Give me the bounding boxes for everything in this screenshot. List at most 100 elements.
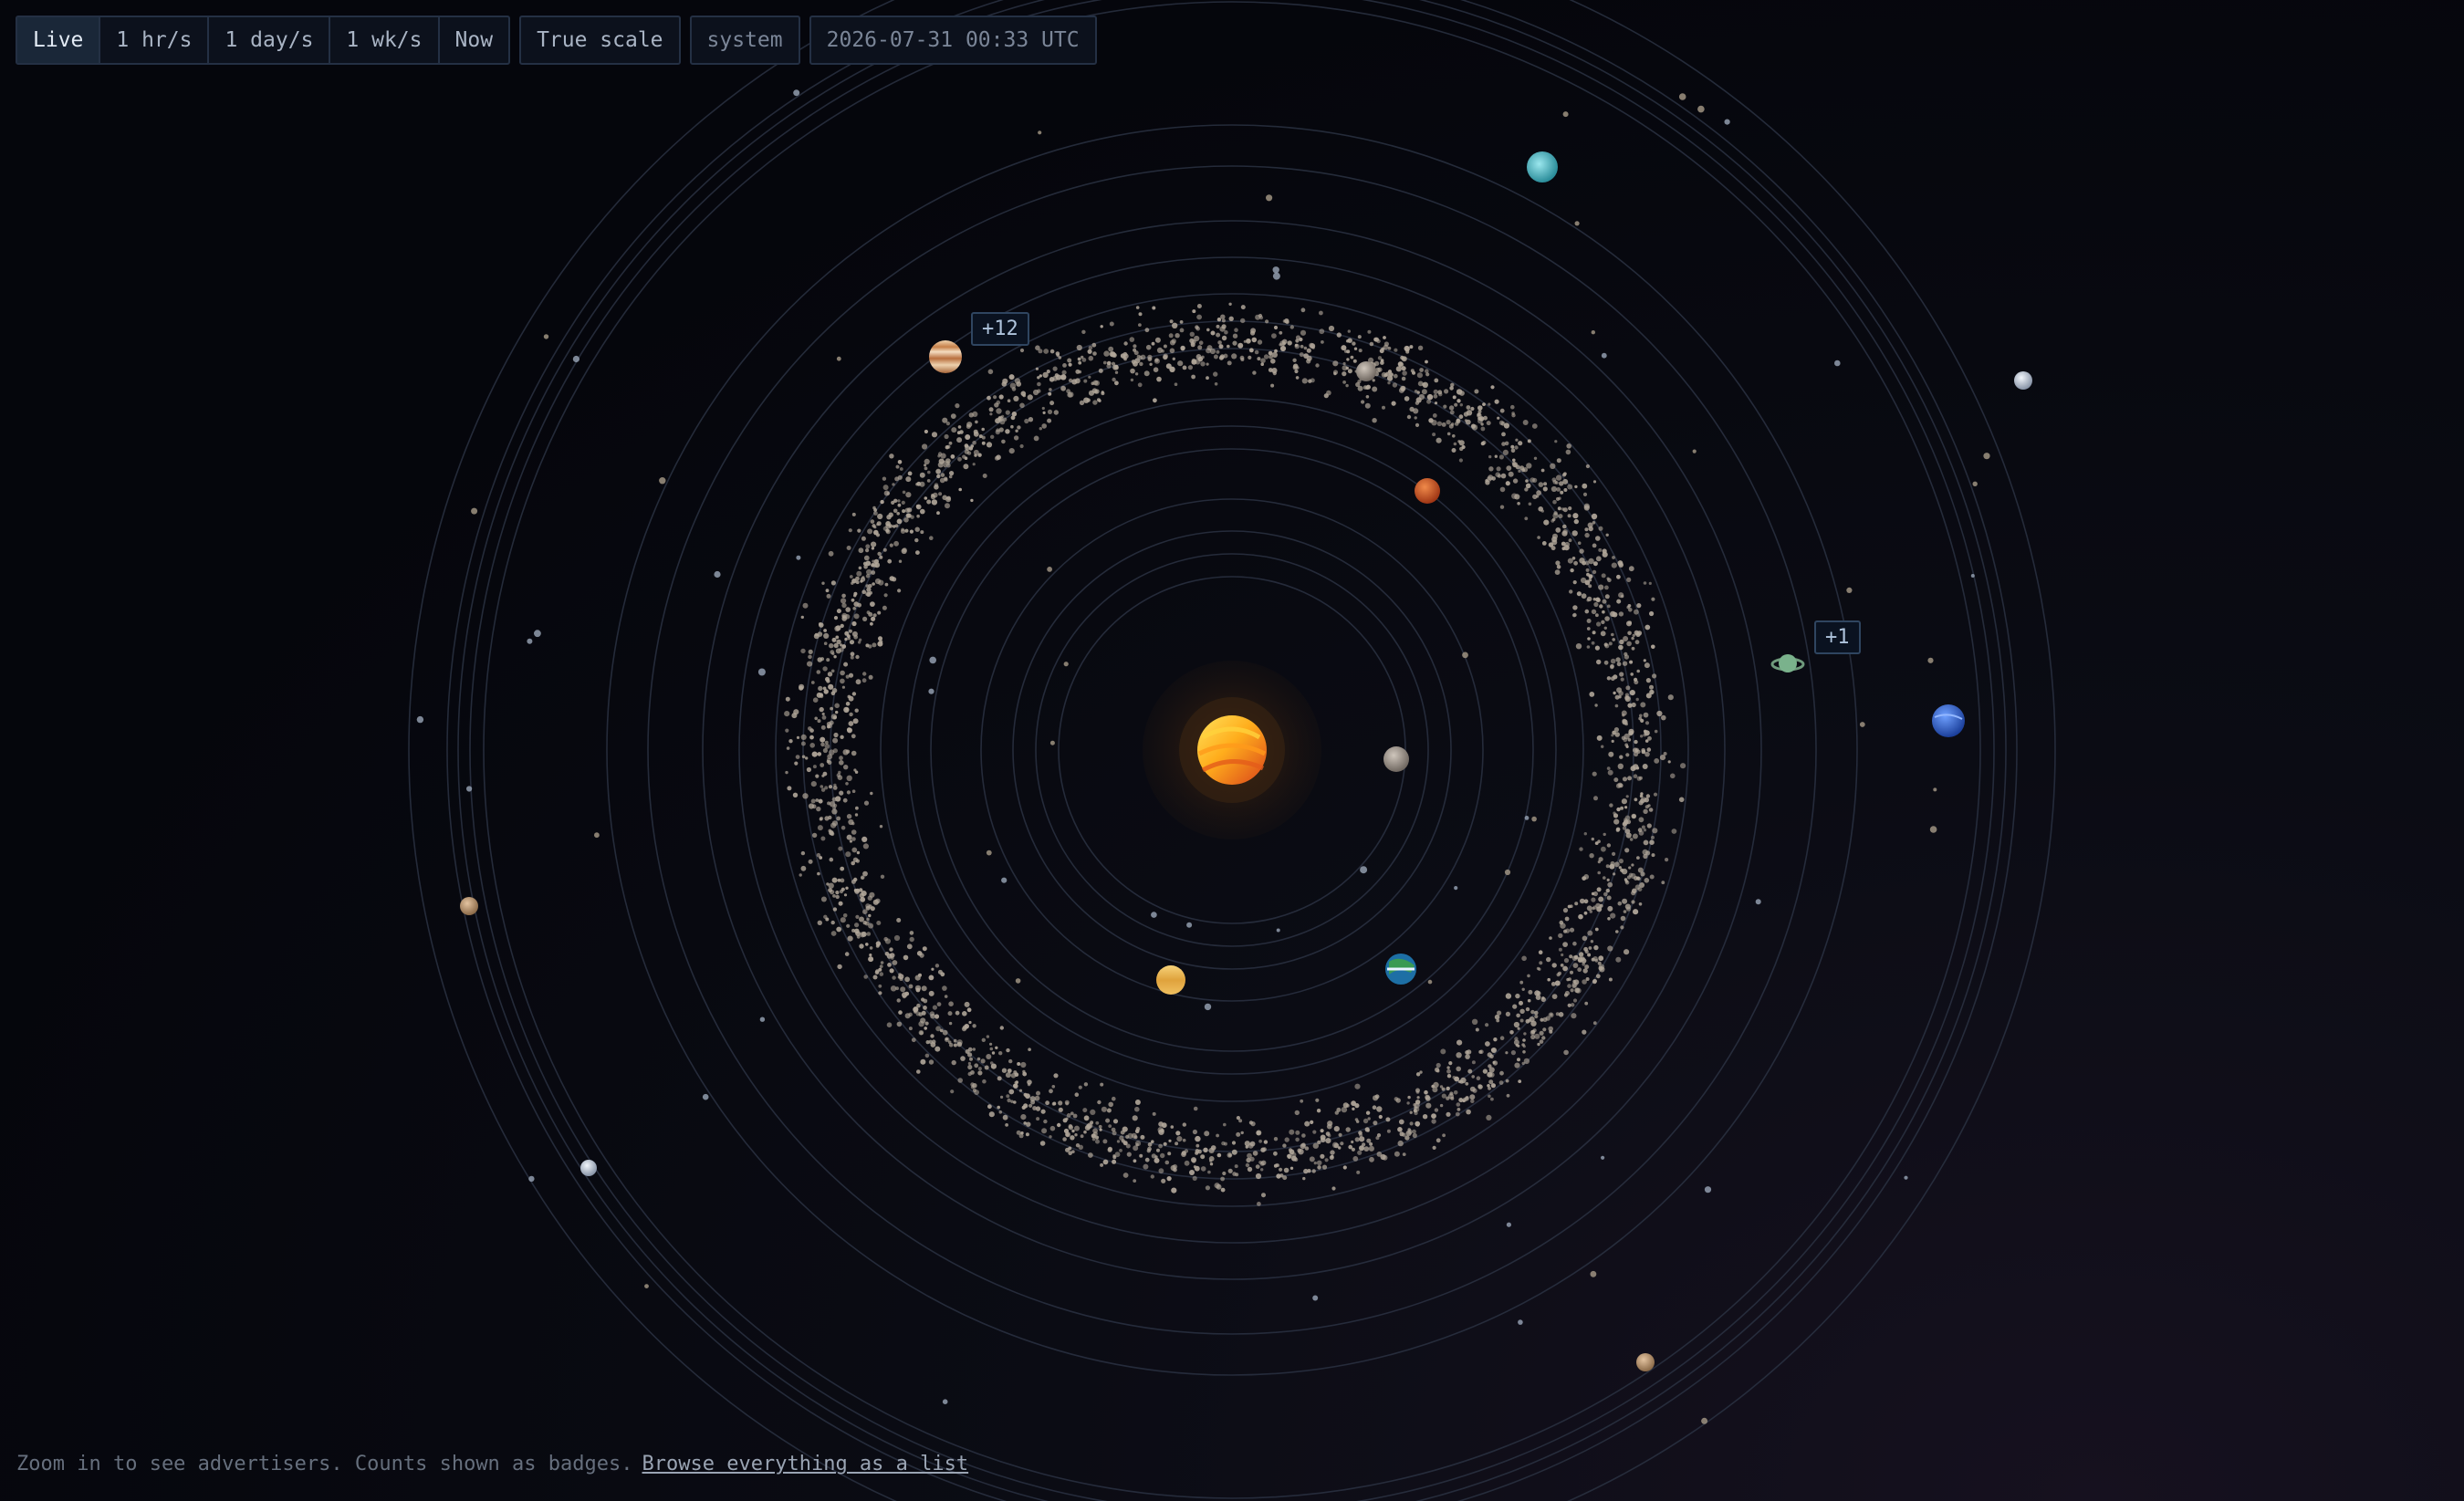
asteroid: [1102, 1159, 1109, 1165]
speed-button-hour[interactable]: 1 hr/s: [100, 17, 210, 63]
dwarf-planet-icon[interactable]: [2014, 371, 2032, 390]
asteroid: [967, 1047, 973, 1052]
asteroid: [1163, 354, 1168, 360]
asteroid: [1180, 346, 1185, 351]
true-scale-button[interactable]: True scale: [521, 17, 678, 63]
jupiter-count-badge[interactable]: +12: [971, 312, 1029, 346]
asteroid: [981, 435, 986, 440]
asteroid: [1638, 902, 1643, 906]
asteroid: [1320, 1129, 1324, 1133]
asteroid: [1643, 829, 1647, 832]
asteroid: [1078, 370, 1082, 374]
asteroid: [1409, 1121, 1414, 1126]
sun-icon[interactable]: [1143, 661, 1321, 839]
asteroid: [1620, 925, 1624, 930]
dwarf-planet-icon[interactable]: [460, 897, 478, 915]
neptune-icon[interactable]: [1932, 704, 1965, 737]
asteroid: [1221, 335, 1227, 341]
asteroid: [989, 1042, 993, 1046]
asteroid: [1556, 487, 1561, 492]
now-button[interactable]: Now: [440, 17, 509, 63]
asteroid: [1194, 335, 1200, 342]
asteroid: [1303, 346, 1308, 350]
asteroid: [811, 832, 818, 839]
asteroid: [845, 886, 849, 890]
asteroid: [862, 843, 870, 850]
earth-icon[interactable]: [1385, 954, 1416, 985]
asteroid: [831, 637, 837, 642]
asteroid: [1607, 769, 1613, 776]
asteroid: [865, 544, 871, 549]
asteroid: [1530, 1034, 1536, 1040]
dwarf-planet-icon[interactable]: [1636, 1353, 1655, 1371]
asteroid: [1629, 660, 1634, 664]
asteroid: [1017, 1062, 1021, 1066]
asteroid: [1631, 863, 1634, 867]
saturn-count-badge[interactable]: +1: [1814, 620, 1861, 654]
asteroid: [1635, 697, 1639, 702]
asteroid: [1488, 402, 1491, 406]
asteroid: [1637, 867, 1644, 873]
debris-dot: [1462, 651, 1468, 659]
asteroid: [1456, 389, 1463, 395]
asteroid: [1191, 1157, 1196, 1163]
asteroid: [1019, 402, 1025, 409]
mars-icon[interactable]: [1415, 478, 1440, 504]
solar-system-view[interactable]: [0, 0, 2464, 1501]
asteroid: [1041, 406, 1045, 411]
asteroid: [1310, 1120, 1314, 1124]
asteroid: [1042, 371, 1049, 379]
jupiter-icon[interactable]: [929, 340, 962, 373]
venus-icon[interactable]: [1156, 965, 1185, 995]
asteroid: [1022, 1069, 1026, 1074]
asteroid: [1533, 456, 1538, 460]
asteroid-icon[interactable]: [1356, 361, 1376, 381]
uranus-icon[interactable]: [1527, 151, 1558, 182]
speed-button-week[interactable]: 1 wk/s: [330, 17, 440, 63]
speed-button-day[interactable]: 1 day/s: [209, 17, 331, 63]
dwarf-planet-icon[interactable]: [580, 1160, 597, 1176]
mercury-icon[interactable]: [1383, 746, 1409, 772]
asteroid: [1351, 1100, 1356, 1107]
asteroid: [1301, 1133, 1306, 1138]
asteroid: [1032, 1106, 1037, 1110]
saturn-icon[interactable]: [1770, 654, 1805, 672]
asteroid: [1294, 369, 1299, 374]
asteroid: [1626, 875, 1632, 880]
asteroid: [945, 445, 950, 450]
asteroid: [1272, 371, 1277, 376]
asteroid: [1303, 1168, 1309, 1174]
asteroid: [868, 913, 872, 918]
asteroid: [944, 433, 949, 440]
asteroid: [1581, 593, 1587, 599]
asteroid: [1414, 1106, 1420, 1112]
debris-dot: [793, 89, 800, 97]
asteroid: [1364, 402, 1371, 409]
asteroid: [1517, 502, 1520, 506]
asteroid: [1083, 379, 1088, 383]
asteroid: [785, 770, 788, 775]
asteroid: [1587, 953, 1592, 957]
asteroid: [900, 528, 906, 534]
asteroid: [826, 658, 830, 662]
asteroid: [1161, 349, 1164, 353]
asteroid: [1541, 541, 1547, 546]
asteroid: [1336, 1107, 1342, 1112]
asteroid: [1078, 360, 1082, 365]
asteroid: [1169, 319, 1174, 324]
asteroid: [1154, 1155, 1158, 1159]
asteroid: [1097, 1100, 1101, 1105]
asteroid: [1466, 410, 1473, 416]
speed-button-live[interactable]: Live: [17, 17, 101, 63]
browse-list-link[interactable]: Browse everything as a list: [642, 1453, 969, 1475]
asteroid: [828, 683, 834, 690]
asteroid: [1106, 363, 1112, 369]
asteroid: [1419, 368, 1424, 372]
debris-dot: [471, 507, 478, 515]
asteroid: [1511, 413, 1516, 418]
asteroid: [1088, 390, 1095, 396]
asteroid: [1576, 591, 1582, 597]
asteroid: [1294, 1110, 1300, 1116]
asteroid: [871, 547, 875, 550]
asteroid: [817, 631, 823, 637]
